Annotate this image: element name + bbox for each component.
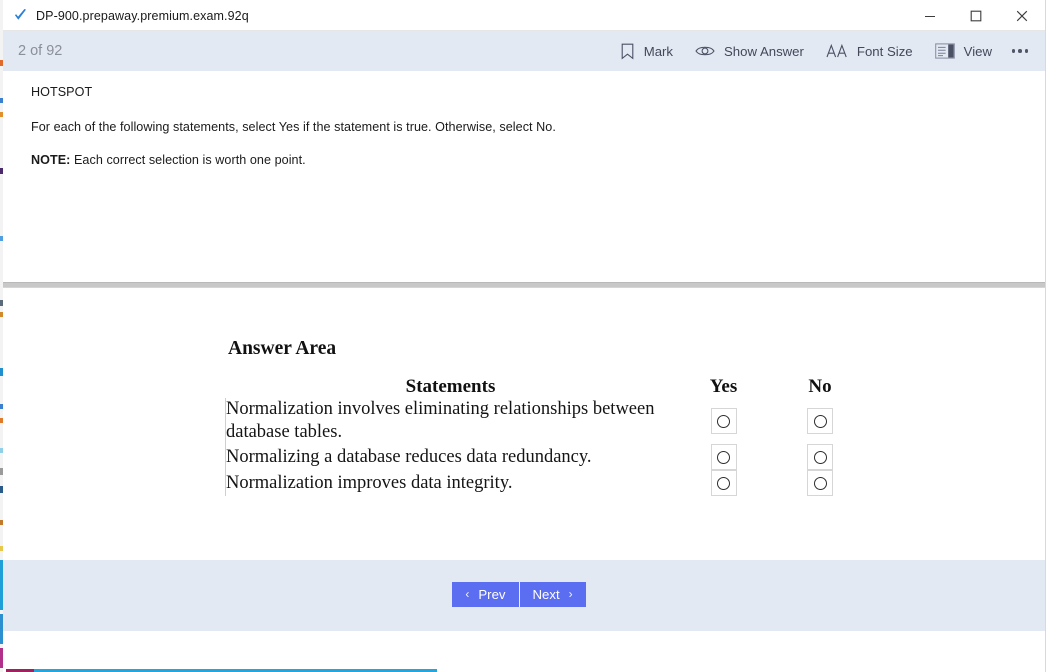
- radio-button-unselected[interactable]: [807, 408, 833, 435]
- radio-no-row-2[interactable]: [772, 444, 868, 471]
- checkmark-icon: [13, 8, 28, 23]
- prev-label: Prev: [478, 586, 506, 602]
- table-row: Normalization involves eliminating relat…: [225, 398, 869, 445]
- answer-area-title: Answer Area: [228, 338, 337, 359]
- radio-button-unselected[interactable]: [710, 408, 737, 435]
- header-statements: Statements: [405, 376, 496, 397]
- note-prefix: NOTE:: [31, 153, 71, 168]
- answer-table-header-row: Statements Yes No: [226, 376, 869, 398]
- statement-text: Normalization improves data integrity.: [225, 470, 676, 497]
- window-controls: [907, 0, 1045, 31]
- toolbar: 2 of 92 Mark Show Answer Font Size View: [3, 31, 1045, 71]
- question-note: NOTE: Each correct selection is worth on…: [31, 153, 1045, 168]
- radio-no-row-1[interactable]: [772, 398, 868, 444]
- answer-table-head: Statements Yes No: [226, 376, 869, 398]
- answer-pane: Answer Area Statements Yes No Normalizat…: [3, 288, 1045, 631]
- question-pane: HOTSPOT For each of the following statem…: [3, 71, 1045, 280]
- radio-yes-row-1[interactable]: [676, 398, 773, 444]
- question-type-label: HOTSPOT: [31, 85, 93, 99]
- note-text: Each correct selection is worth one poin…: [70, 153, 306, 168]
- statement-text: Normalizing a database reduces data redu…: [225, 444, 676, 471]
- close-icon[interactable]: [999, 0, 1045, 31]
- radio-no-row-3[interactable]: [772, 470, 868, 497]
- font-size-label: Font Size: [856, 43, 913, 59]
- show-answer-button[interactable]: Show Answer: [684, 31, 815, 71]
- chevron-right-icon: ›: [568, 587, 573, 601]
- pane-splitter[interactable]: [3, 280, 1045, 288]
- question-instruction: For each of the following statements, se…: [31, 120, 556, 135]
- font-size-icon: [826, 43, 848, 59]
- answer-table: Statements Yes No Normalization involves…: [225, 376, 869, 497]
- more-options-icon[interactable]: [1003, 31, 1037, 71]
- radio-button-unselected[interactable]: [710, 444, 737, 471]
- bottom-navigation-bar: ‹ Prev Next ›: [3, 560, 1045, 631]
- mark-button[interactable]: Mark: [609, 31, 684, 71]
- bookmark-icon: [620, 43, 635, 60]
- nav-button-group: ‹ Prev Next ›: [452, 581, 586, 607]
- view-button[interactable]: View: [924, 31, 1003, 71]
- page-counter: 2 of 92: [18, 43, 63, 59]
- table-row: Normalization improves data integrity.: [225, 470, 869, 497]
- font-size-button[interactable]: Font Size: [815, 31, 924, 71]
- next-button[interactable]: Next ›: [519, 581, 586, 607]
- mark-label: Mark: [643, 43, 674, 59]
- table-row: Normalizing a database reduces data redu…: [225, 444, 869, 471]
- radio-yes-row-2[interactable]: [676, 444, 773, 471]
- radio-button-unselected[interactable]: [807, 470, 833, 497]
- maximize-icon[interactable]: [953, 0, 999, 31]
- prev-button[interactable]: ‹ Prev: [452, 581, 520, 607]
- eye-icon: [695, 44, 715, 58]
- title-bar: DP-900.prepaway.premium.exam.92q: [3, 0, 1045, 31]
- header-yes: Yes: [709, 376, 738, 397]
- show-answer-label: Show Answer: [724, 43, 804, 59]
- statement-text: Normalization involves eliminating relat…: [225, 398, 676, 445]
- window-tab-title: DP-900.prepaway.premium.exam.92q: [36, 8, 249, 23]
- exam-viewer-window: DP-900.prepaway.premium.exam.92q 2 of 92: [3, 0, 1046, 672]
- chevron-left-icon: ‹: [465, 587, 470, 601]
- radio-button-unselected[interactable]: [807, 444, 833, 471]
- radio-button-unselected[interactable]: [710, 470, 737, 497]
- view-label: View: [963, 43, 992, 59]
- view-panel-icon: [934, 43, 955, 59]
- header-no: No: [808, 376, 832, 397]
- next-label: Next: [532, 586, 560, 602]
- answer-table-body: Normalization involves eliminating relat…: [225, 398, 869, 497]
- toolbar-actions: Mark Show Answer Font Size View: [609, 31, 1037, 71]
- radio-yes-row-3[interactable]: [676, 470, 773, 497]
- window-tab[interactable]: DP-900.prepaway.premium.exam.92q: [3, 0, 249, 31]
- minimize-icon[interactable]: [907, 0, 953, 31]
